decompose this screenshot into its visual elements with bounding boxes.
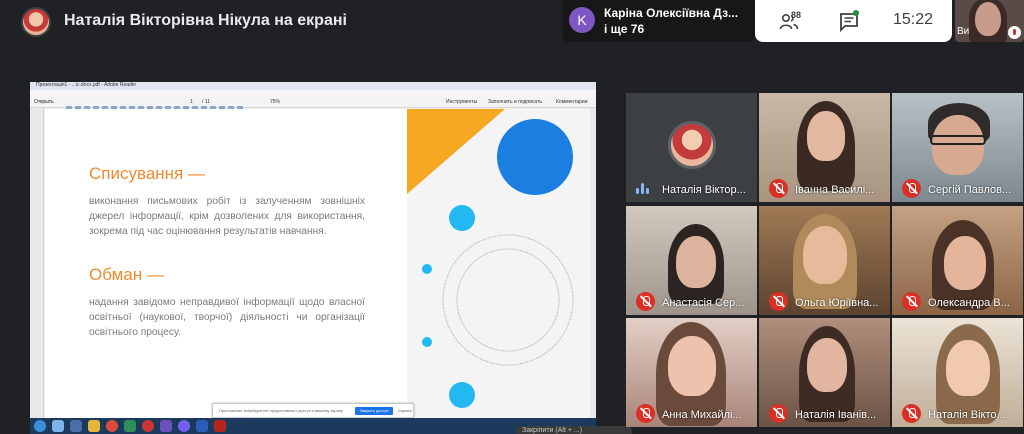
participant-face <box>946 340 990 396</box>
slide-text-cheating: виконання письмових робіт із залученням … <box>89 196 365 237</box>
clock: 15:22 <box>893 11 934 28</box>
participant-name: Сергій Павлов... <box>928 184 1012 196</box>
window-titlebar: Презентація1 - ...іс.docx.pdf - Adobe Re… <box>30 82 596 96</box>
windows-taskbar <box>30 418 596 434</box>
shared-screen[interactable]: Презентація1 - ...іс.docx.pdf - Adobe Re… <box>30 82 596 434</box>
top-bar: Наталія Вікторівна Нікула на екрані K Ка… <box>0 0 1024 44</box>
explorer-icon[interactable] <box>52 420 64 432</box>
meeting-controls: 88 15:22 <box>755 0 952 42</box>
participant-tile[interactable]: Анастасія Сер... <box>626 206 757 315</box>
zoom-level[interactable]: 75% <box>270 99 280 105</box>
speaking-indicator-icon <box>636 182 650 196</box>
join-notification[interactable]: K Каріна Олексіївна Дз... і ще 76 <box>563 0 755 42</box>
open-button[interactable]: Открыть <box>34 99 54 105</box>
participant-tile[interactable]: Наталія Віктор... <box>626 93 757 202</box>
participant-face <box>668 336 716 396</box>
folder-icon[interactable] <box>88 420 100 432</box>
participant-tile[interactable]: Олександра В... <box>892 206 1023 315</box>
screen-share-banner: Приложение antiplagiat.net предоставляет… <box>212 403 414 418</box>
banner-text: Приложение antiplagiat.net предоставляет… <box>219 408 343 413</box>
app-icon[interactable] <box>160 420 172 432</box>
stop-sharing-button[interactable]: Закрыть доступ <box>355 407 393 415</box>
participant-initial-avatar: K <box>569 7 595 33</box>
participant-face <box>932 115 984 175</box>
pin-tooltip-text: Закріпити (Alt + ...) <box>522 427 583 434</box>
participant-name: Наталія Віктор... <box>662 184 746 196</box>
mic-off-icon <box>769 292 788 311</box>
comments-button[interactable]: Комментарии <box>556 99 588 105</box>
tools-button[interactable]: Инструменты <box>446 99 477 105</box>
participant-name: Анастасія Сер... <box>662 297 745 309</box>
chrome-icon[interactable] <box>106 420 118 432</box>
app-icon[interactable] <box>124 420 136 432</box>
mic-off-icon <box>902 404 921 423</box>
window-title: Презентація1 - ...іс.docx.pdf - Adobe Re… <box>36 82 137 88</box>
start-button-icon[interactable] <box>34 420 46 432</box>
participant-face <box>944 236 986 290</box>
app-icon[interactable] <box>70 420 82 432</box>
notification-more: і ще 76 <box>604 22 645 36</box>
mic-off-icon <box>769 179 788 198</box>
slide-decoration <box>407 109 590 418</box>
mic-off-icon <box>636 292 655 311</box>
participant-face <box>807 338 847 392</box>
slide-heading-deception: Обман — <box>89 265 164 284</box>
participant-name: Анна Михайлі... <box>662 409 742 421</box>
mic-off-icon <box>636 404 655 423</box>
participant-face <box>803 226 847 284</box>
glasses-icon <box>930 135 986 145</box>
word-icon[interactable] <box>196 420 208 432</box>
participant-name: Олександра В... <box>928 297 1010 309</box>
participant-face <box>676 236 716 288</box>
presenter-avatar <box>21 7 51 37</box>
left-panel <box>30 108 44 418</box>
participant-tile[interactable]: Наталія Іванів... <box>759 318 890 427</box>
pin-tooltip: Закріпити (Alt + ...) <box>516 426 632 434</box>
people-count: 88 <box>791 10 802 20</box>
slide-text-deception: надання завідомо неправдивої інформації … <box>89 297 365 338</box>
participant-tile[interactable]: Ольга Юріївна... <box>759 206 890 315</box>
participant-face <box>807 111 845 161</box>
mic-off-icon <box>902 292 921 311</box>
viber-icon[interactable] <box>178 420 190 432</box>
chat-unread-dot <box>853 10 859 16</box>
fill-sign-button[interactable]: Заполнить и подписать <box>488 99 542 105</box>
participant-name: Іванна Василі... <box>795 184 875 196</box>
pdf-reader-icon[interactable] <box>214 420 226 432</box>
presenter-title: Наталія Вікторівна Нікула на екрані <box>64 12 347 29</box>
self-view-tile[interactable]: Ви <box>955 0 1024 42</box>
participant-tile[interactable]: Анна Михайлі... <box>626 318 757 427</box>
self-mic-off-icon <box>1008 26 1021 39</box>
participant-tile[interactable]: Наталія Вікто... <box>892 318 1023 427</box>
menu-bar: Файл Редагування Перегляд Вікно Справка <box>30 90 596 104</box>
mic-off-icon <box>902 179 921 198</box>
participant-avatar <box>668 121 716 169</box>
reader-toolbar: Открыть 1 / 11 75% Инструменты Заполнить… <box>30 97 596 112</box>
participant-name: Наталія Вікто... <box>928 409 1006 421</box>
self-label: Ви <box>957 26 970 37</box>
participant-tile[interactable]: Іванна Василі... <box>759 93 890 202</box>
participant-tile[interactable]: Сергій Павлов... <box>892 93 1023 202</box>
participant-name: Ольга Юріївна... <box>795 297 879 309</box>
page-number[interactable]: 1 <box>190 99 193 105</box>
opera-icon[interactable] <box>142 420 154 432</box>
mic-off-icon <box>769 404 788 423</box>
scrollbar[interactable] <box>590 108 596 418</box>
participant-name: Наталія Іванів... <box>795 409 877 421</box>
hide-banner-button[interactable]: Скрыть <box>398 408 412 413</box>
presentation-slide: Списування — виконання письмових робіт і… <box>45 109 590 418</box>
self-face <box>975 2 1001 36</box>
window-buttons <box>570 83 594 96</box>
slide-heading-cheating: Списування — <box>89 164 205 183</box>
page-total: / 11 <box>202 99 210 105</box>
notification-name: Каріна Олексіївна Дз... <box>604 6 739 20</box>
